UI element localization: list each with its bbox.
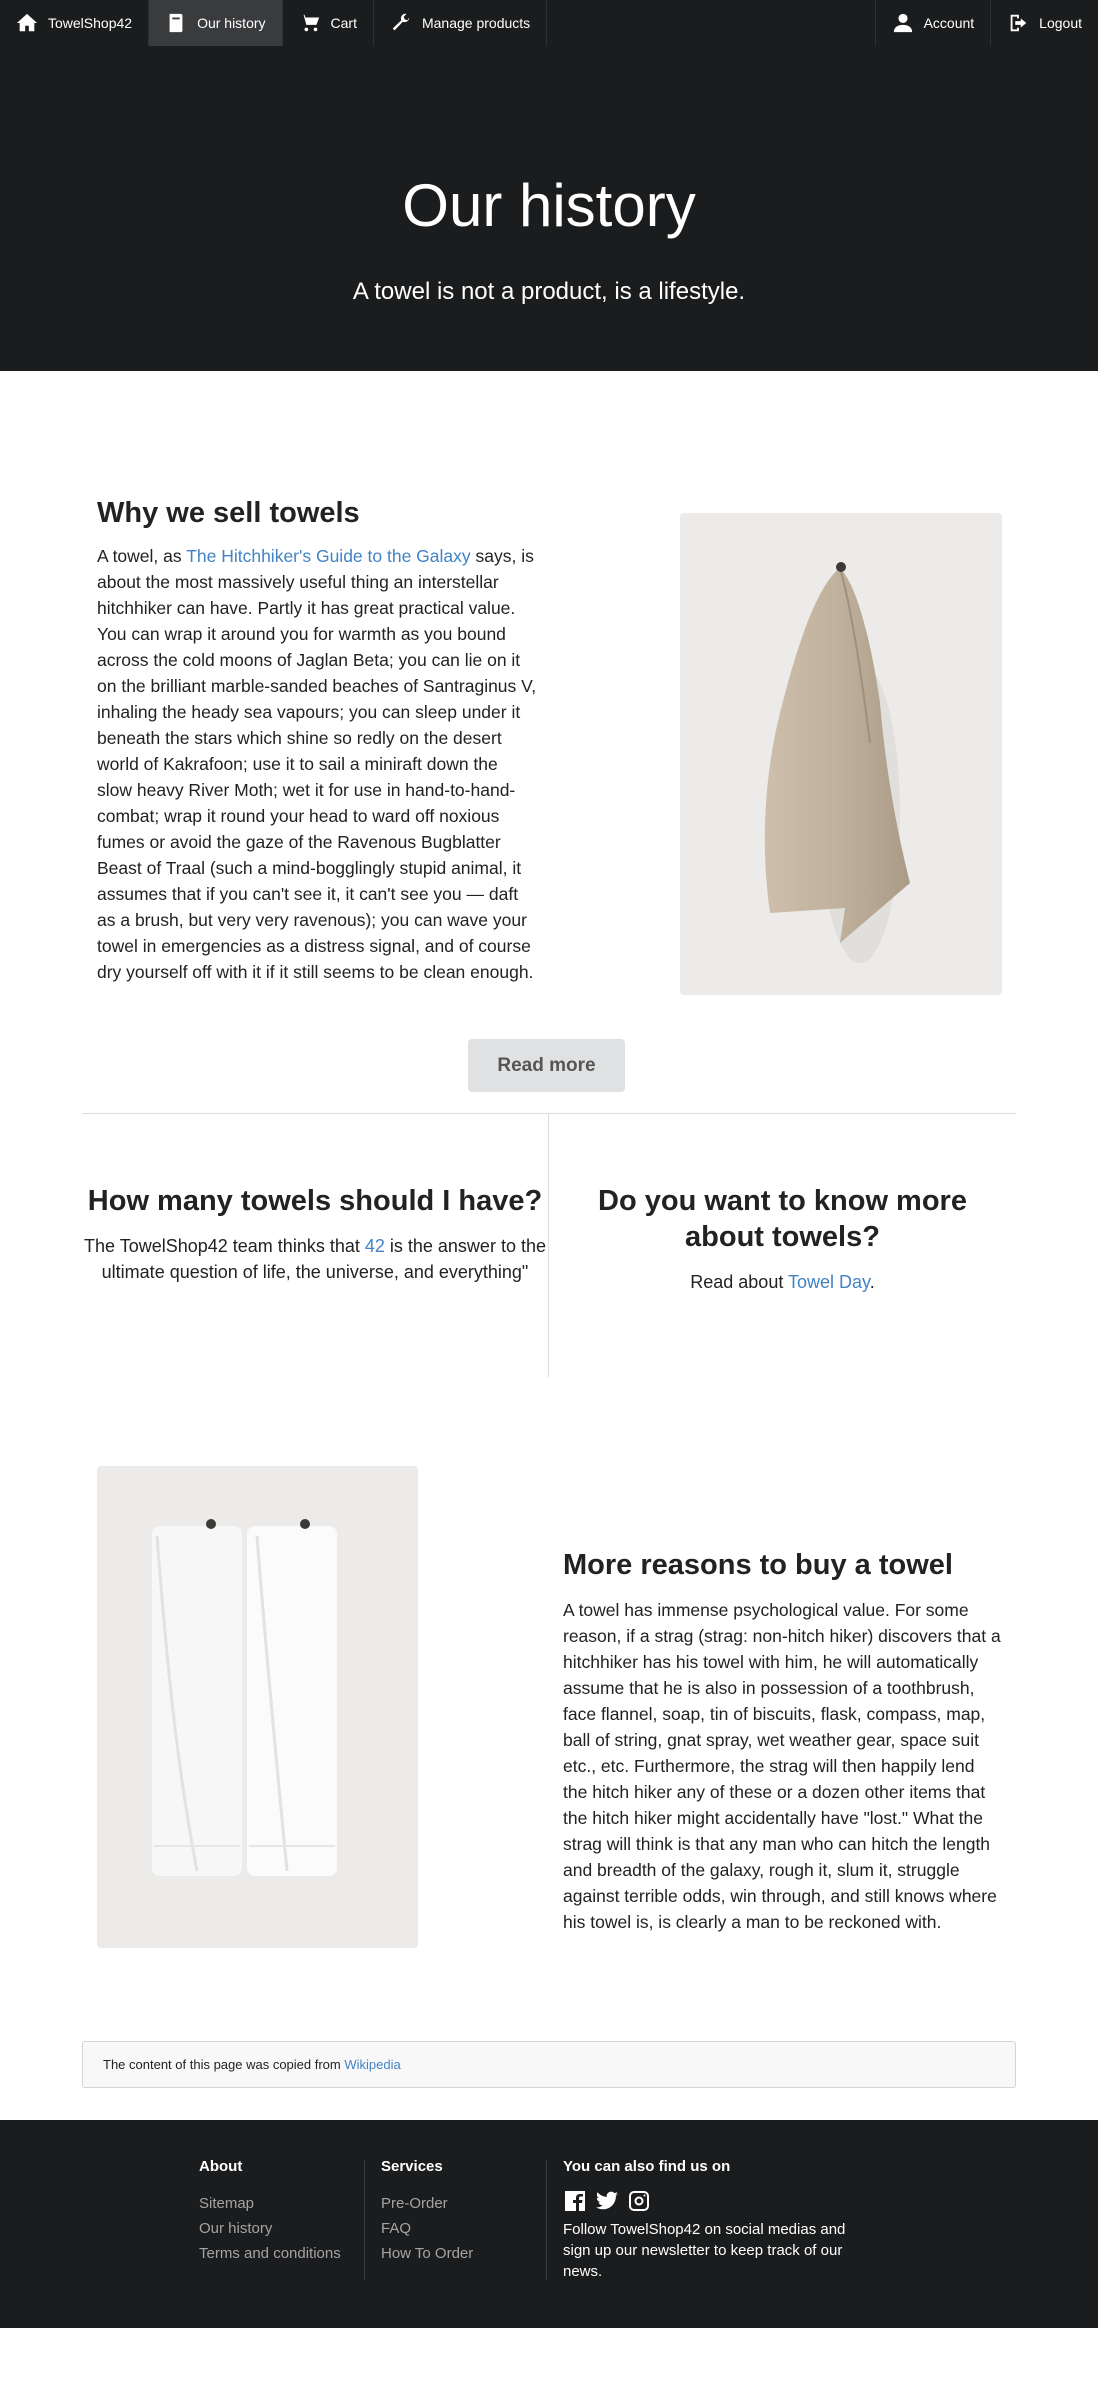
- footer-services-title: Services: [381, 2158, 443, 2175]
- footer-link-terms[interactable]: Terms and conditions: [199, 2241, 341, 2266]
- footer-link-faq[interactable]: FAQ: [381, 2216, 473, 2241]
- how-many-column: How many towels should I have? The Towel…: [82, 1183, 548, 1285]
- reasons-text: A towel has immense psychological value.…: [563, 1600, 1001, 1932]
- why-intro: A towel, as: [97, 546, 187, 566]
- cart-icon: [299, 14, 319, 32]
- wikipedia-link[interactable]: Wikipedia: [344, 2057, 400, 2072]
- footer-about: About Sitemap Our history Terms and cond…: [199, 2158, 341, 2266]
- twitter-icon[interactable]: [595, 2189, 619, 2213]
- nav-account[interactable]: Account: [874, 0, 991, 46]
- answer-42-link[interactable]: 42: [365, 1236, 385, 1256]
- footer-link-sitemap[interactable]: Sitemap: [199, 2191, 341, 2216]
- reasons-title: More reasons to buy a towel: [563, 1549, 953, 1581]
- why-body: says, is about the most massively useful…: [97, 546, 537, 982]
- how-many-pre: The TowelShop42 team thinks that: [84, 1236, 365, 1256]
- white-towels-illustration: [152, 1519, 337, 1876]
- social-icons: [563, 2189, 863, 2213]
- footer: About Sitemap Our history Terms and cond…: [0, 2120, 1098, 2328]
- know-more-text: Read about Towel Day.: [579, 1269, 986, 1295]
- beige-towel-illustration: [764, 562, 910, 963]
- towel-day-link[interactable]: Towel Day: [788, 1272, 870, 1292]
- hanging-towel-image: [680, 513, 1002, 995]
- footer-social: You can also find us on Follow TowelShop…: [563, 2158, 863, 2282]
- white-towels-image: [97, 1466, 418, 1948]
- why-title: Why we sell towels: [97, 497, 360, 529]
- nav-manage-products[interactable]: Manage products: [374, 0, 548, 46]
- nav-logout[interactable]: Logout: [990, 0, 1098, 46]
- facebook-icon[interactable]: [563, 2189, 587, 2213]
- why-section: Why we sell towels A towel, as The Hitch…: [0, 371, 1098, 1113]
- why-text: A towel, as The Hitchhiker's Guide to th…: [97, 543, 537, 985]
- instagram-icon[interactable]: [627, 2189, 651, 2213]
- nav-account-label: Account: [923, 15, 975, 31]
- divider: [82, 1113, 1016, 1114]
- footer-link-pre-order[interactable]: Pre-Order: [381, 2191, 473, 2216]
- know-more-column: Do you want to know more about towels? R…: [549, 1183, 1016, 1295]
- know-more-post: .: [869, 1272, 875, 1292]
- user-icon: [893, 13, 912, 33]
- home-icon: [16, 13, 38, 32]
- source-note-text: The content of this page was copied from: [103, 2057, 341, 2072]
- newsletter-text: Follow TowelShop42 on social medias and …: [563, 2221, 846, 2280]
- footer-link-our-history[interactable]: Our history: [199, 2216, 341, 2241]
- know-more-title: Do you want to know more about towels?: [598, 1185, 967, 1253]
- footer-services: Services Pre-Order FAQ How To Order: [381, 2158, 473, 2266]
- footer-link-how-to-order[interactable]: How To Order: [381, 2241, 473, 2266]
- source-note: The content of this page was copied from…: [82, 2041, 1016, 2088]
- hero-banner: Our history A towel is not a product, is…: [0, 46, 1098, 371]
- logout-icon: [1010, 14, 1027, 32]
- nav-our-history[interactable]: Our history: [149, 0, 283, 46]
- know-more-pre: Read about: [690, 1272, 789, 1292]
- wrench-icon: [392, 13, 410, 31]
- nav-cart-label: Cart: [330, 15, 357, 31]
- read-more-button[interactable]: Read more: [468, 1039, 625, 1092]
- brand-label: TowelShop42: [48, 15, 133, 31]
- page-subtitle: A towel is not a product, is a lifestyle…: [352, 278, 746, 305]
- footer-social-title: You can also find us on: [563, 2158, 731, 2175]
- nav-manage-products-label: Manage products: [421, 15, 531, 31]
- hitchhiker-guide-link[interactable]: The Hitchhiker's Guide to the Galaxy: [186, 546, 470, 566]
- book-icon: [169, 13, 183, 33]
- reasons-section: More reasons to buy a towel A towel has …: [0, 1463, 1098, 2041]
- nav-our-history-label: Our history: [197, 15, 266, 31]
- nav-cart[interactable]: Cart: [283, 0, 374, 46]
- nav-home[interactable]: TowelShop42: [0, 0, 150, 46]
- footer-about-title: About: [199, 2158, 243, 2175]
- how-many-title: How many towels should I have?: [87, 1185, 543, 1217]
- top-navbar: TowelShop42 Our history Cart Manage prod…: [0, 0, 1098, 46]
- how-many-text: The TowelShop42 team thinks that 42 is t…: [82, 1233, 548, 1285]
- nav-logout-label: Logout: [1039, 15, 1082, 31]
- page-title: Our history: [402, 172, 696, 239]
- info-columns: How many towels should I have? The Towel…: [0, 1113, 1098, 1463]
